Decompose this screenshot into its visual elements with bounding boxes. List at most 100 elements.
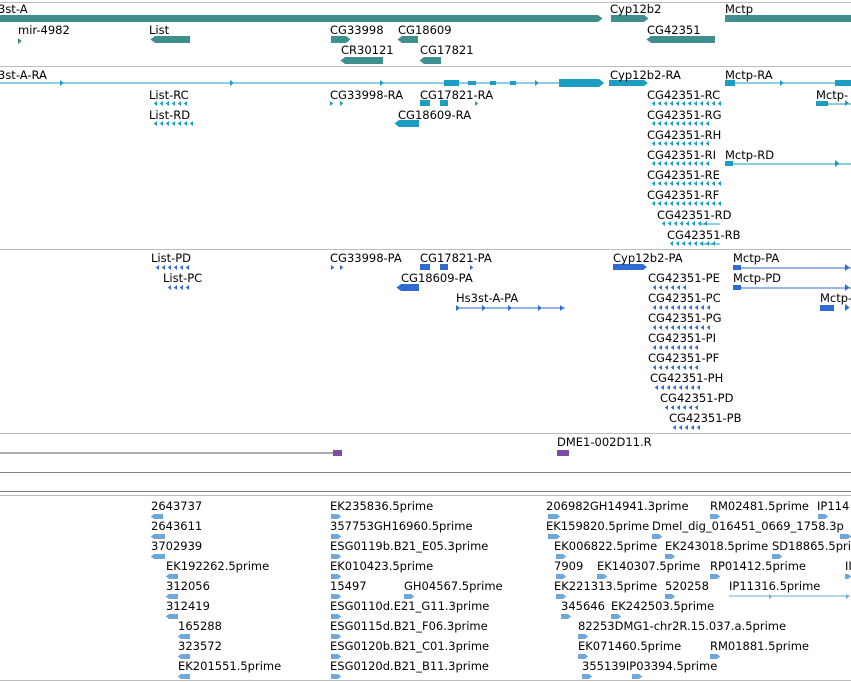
exon-block[interactable]: [559, 79, 599, 87]
gene-label[interactable]: CG33998: [330, 24, 384, 37]
transcript-label[interactable]: 3st-A-RA: [0, 69, 47, 82]
gene-bar[interactable]: [651, 36, 715, 43]
protein-label[interactable]: CG18609-PA: [401, 272, 473, 285]
gene-bar[interactable]: [331, 36, 346, 43]
gene-label[interactable]: CG42351: [647, 24, 701, 37]
est-label[interactable]: 345646: [561, 600, 605, 613]
protein-label[interactable]: CG17821-PA: [420, 252, 492, 265]
est-label[interactable]: EK159820.5prime: [546, 520, 649, 533]
protein-label[interactable]: CG42351-PI: [648, 332, 716, 345]
est-label[interactable]: 206982GH14941.3prime: [546, 500, 689, 513]
protein-label[interactable]: CG42351-PB: [669, 412, 742, 425]
est-label[interactable]: ESG0115d.B21_F06.3prime: [330, 620, 488, 633]
gene-bar[interactable]: [345, 57, 383, 64]
est-label[interactable]: RM02481.5prime: [710, 500, 809, 513]
est-label[interactable]: RM01881.5prime: [710, 640, 809, 653]
est-block[interactable]: [169, 614, 178, 619]
est-block[interactable]: [845, 574, 848, 579]
transcript-label[interactable]: CG17821-RA: [420, 89, 493, 102]
est-label[interactable]: 520258: [665, 580, 709, 593]
gene-label[interactable]: CR30121: [341, 44, 394, 57]
est-block[interactable]: [632, 674, 639, 679]
est-label[interactable]: 82253DMG1-chr2R.15.037.a.5prime: [578, 620, 786, 633]
est-label[interactable]: IP11316.5prime: [729, 580, 820, 593]
protein-label[interactable]: CG42351-PE: [648, 272, 720, 285]
protein-label[interactable]: List-PD: [151, 252, 191, 265]
exon-block[interactable]: [401, 284, 419, 291]
est-label[interactable]: ESG0110d.E21_G11.3prime: [330, 600, 489, 613]
est-block[interactable]: [561, 614, 568, 619]
gene-bar[interactable]: [725, 15, 851, 22]
feature-block[interactable]: [490, 81, 496, 85]
est-label[interactable]: ESG0120d.B21_B11.3prime: [330, 660, 489, 673]
est-label[interactable]: II: [845, 560, 851, 573]
feature-block[interactable]: [510, 81, 516, 85]
transcript-label[interactable]: Mctp-RD: [725, 149, 774, 162]
gene-bar[interactable]: [0, 15, 598, 22]
est-label[interactable]: 2643737: [151, 500, 202, 513]
clone-label[interactable]: DME1-002D11.R: [557, 436, 652, 449]
transcript-label[interactable]: CG42351-RB: [667, 229, 741, 242]
transcript-label[interactable]: Cyp12b2-RA: [610, 69, 681, 82]
protein-label[interactable]: Mctp-: [820, 292, 851, 305]
est-label[interactable]: EK242503.5prime: [611, 600, 714, 613]
clone-end[interactable]: [557, 450, 569, 456]
est-label[interactable]: 355139IP03394.5prime: [582, 660, 717, 673]
gene-bar[interactable]: [155, 36, 190, 43]
est-label[interactable]: 165288: [178, 620, 222, 633]
protein-label[interactable]: CG42351-PH: [650, 372, 723, 385]
gene-bar[interactable]: [402, 36, 418, 43]
gene-label[interactable]: 3st-A: [0, 3, 28, 16]
est-label[interactable]: EK140307.5prime: [597, 560, 700, 573]
transcript-label[interactable]: CG42351-RE: [647, 169, 720, 182]
est-block[interactable]: [582, 674, 589, 679]
est-label[interactable]: EK192262.5prime: [166, 560, 269, 573]
est-label[interactable]: SD18865.5prime: [772, 540, 851, 553]
est-label[interactable]: 7909: [554, 560, 583, 573]
protein-label[interactable]: List-PC: [163, 272, 202, 285]
est-block[interactable]: [154, 554, 165, 559]
protein-label[interactable]: Mctp-PA: [733, 252, 779, 265]
est-label[interactable]: EK235836.5prime: [330, 500, 433, 513]
est-label[interactable]: EK201551.5prime: [178, 660, 281, 673]
transcript-label[interactable]: Mctp-RA: [725, 69, 773, 82]
transcript-label[interactable]: CG42351-RD: [657, 209, 732, 222]
est-label[interactable]: ESG0119b.B21_E05.3prime: [330, 540, 488, 553]
feature-block[interactable]: [733, 285, 741, 290]
transcript-label[interactable]: List-RC: [149, 89, 189, 102]
est-block[interactable]: [331, 674, 338, 679]
transcript-label[interactable]: CG42351-RG: [647, 109, 722, 122]
protein-label[interactable]: CG42351-PG: [648, 312, 722, 325]
est-label[interactable]: RP01412.5prime: [710, 560, 806, 573]
feature-block[interactable]: [820, 305, 834, 311]
clone-end[interactable]: [333, 450, 342, 456]
transcript-label[interactable]: CG42351-RH: [647, 129, 721, 142]
protein-label[interactable]: Cyp12b2-PA: [613, 252, 683, 265]
gene-label[interactable]: CG18609: [398, 24, 452, 37]
transcript-label[interactable]: CG42351-RF: [647, 189, 719, 202]
feature-block[interactable]: [468, 81, 476, 85]
transcript-label[interactable]: List-RD: [149, 109, 190, 122]
est-label[interactable]: 357753GH16960.5prime: [330, 520, 473, 533]
est-label[interactable]: EK221313.5prime: [554, 580, 657, 593]
protein-label[interactable]: CG33998-PA: [330, 252, 402, 265]
transcript-label[interactable]: CG33998-RA: [330, 89, 403, 102]
est-label[interactable]: GH04567.5prime: [404, 580, 503, 593]
protein-label[interactable]: Hs3st-A-PA: [456, 292, 518, 305]
protein-label[interactable]: CG42351-PD: [660, 392, 733, 405]
protein-label[interactable]: Mctp-PD: [733, 272, 781, 285]
transcript-label[interactable]: CG18609-RA: [398, 109, 471, 122]
feature-block[interactable]: [835, 80, 851, 86]
est-label[interactable]: 323572: [178, 640, 222, 653]
protein-label[interactable]: CG42351-PF: [648, 352, 719, 365]
est-label[interactable]: 312056: [166, 580, 210, 593]
feature-block[interactable]: [733, 265, 741, 270]
est-label[interactable]: EK071460.5prime: [578, 640, 681, 653]
gene-bar[interactable]: [424, 57, 441, 64]
est-label[interactable]: 2643611: [151, 520, 202, 533]
est-label[interactable]: Dmel_dig_016451_0669_1758.3p: [652, 520, 844, 533]
est-label[interactable]: ESG0120b.B21_C01.3prime: [330, 640, 489, 653]
gene-label[interactable]: List: [149, 24, 169, 37]
gene-label[interactable]: mir-4982: [18, 24, 70, 37]
gene-bar[interactable]: [611, 15, 644, 22]
